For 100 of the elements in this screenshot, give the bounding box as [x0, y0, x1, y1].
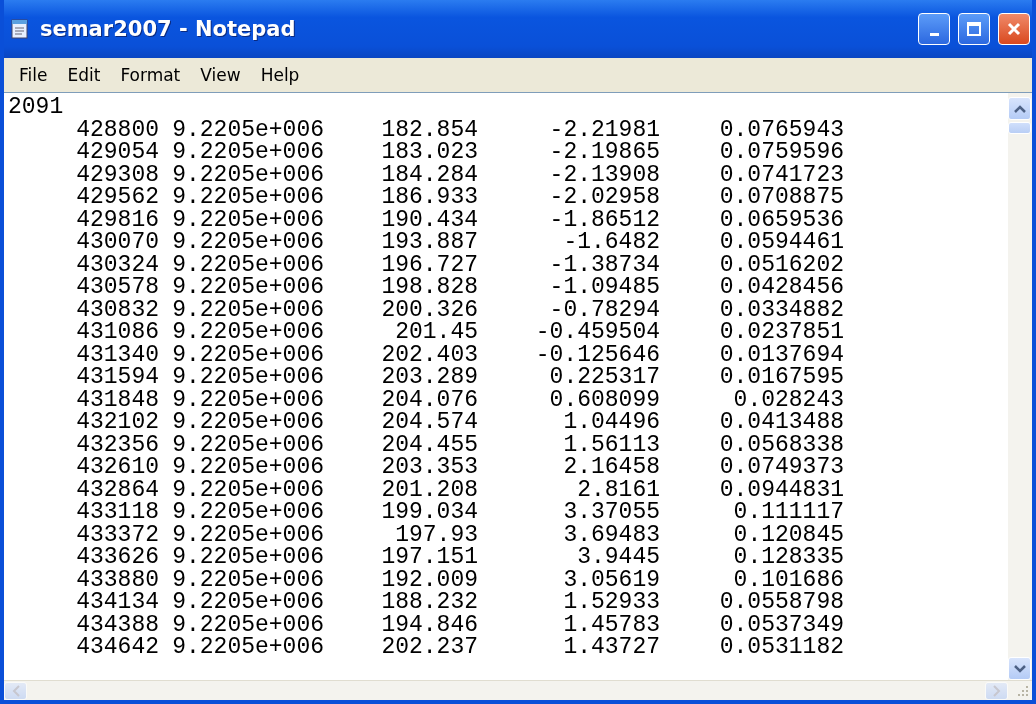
- table-cell-text: 9.2205e+006: [171, 321, 324, 344]
- table-cell-text: 0.0765943: [718, 118, 844, 141]
- table-cell-text: 0.0594461: [718, 231, 844, 254]
- table-cell-text: 430324: [75, 253, 159, 276]
- scroll-up-button[interactable]: [1008, 97, 1031, 120]
- table-cell-text: 9.2205e+006: [171, 478, 324, 501]
- chevron-up-icon: [1013, 104, 1026, 113]
- table-cell-text: 197.151: [380, 546, 478, 569]
- table-cell-text: 204.574: [380, 411, 478, 434]
- table-cell-text: 429816: [75, 208, 159, 231]
- table-cell-text: 432102: [75, 411, 159, 434]
- table-cell-text: 9.2205e+006: [171, 433, 324, 456]
- table-cell-text: 0.0516202: [718, 253, 844, 276]
- table-cell-text: 9.2205e+006: [171, 546, 324, 569]
- table-cell-text: 193.887: [380, 231, 478, 254]
- table-cell-text: 0.128335: [732, 546, 844, 569]
- table-cell-text: 429054: [75, 141, 159, 164]
- table-cell-text: 9.2205e+006: [171, 613, 324, 636]
- table-cell-text: 430832: [75, 298, 159, 321]
- close-icon: [1006, 21, 1022, 37]
- table-cell-text: 0.0137694: [718, 343, 844, 366]
- table-cell-text: 1.56113: [562, 433, 660, 456]
- scroll-down-button[interactable]: [1008, 657, 1031, 680]
- table-cell-text: 204.455: [380, 433, 478, 456]
- maximize-button[interactable]: [958, 13, 990, 45]
- table-cell-text: 183.023: [380, 141, 478, 164]
- text-area[interactable]: [4, 92, 1032, 680]
- menu-item[interactable]: View: [191, 63, 250, 87]
- table-cell-text: 432610: [75, 456, 159, 479]
- table-cell-text: 0.0568338: [718, 433, 844, 456]
- minimize-button[interactable]: [918, 13, 950, 45]
- table-cell-text: 204.076: [380, 388, 478, 411]
- table-cell-text: -1.38734: [548, 253, 660, 276]
- table-cell-text: 0.0167595: [718, 366, 844, 389]
- table-cell-text: -0.459504: [534, 321, 660, 344]
- table-cell-text: 2.16458: [562, 456, 660, 479]
- table-cell-text: 200.326: [380, 298, 478, 321]
- table-cell-text: 201.45: [394, 321, 478, 344]
- table-cell-text: 9.2205e+006: [171, 636, 324, 659]
- table-cell-text: 0.0537349: [718, 613, 844, 636]
- table-cell-text: 188.232: [380, 591, 478, 614]
- table-cell-text: 429308: [75, 163, 159, 186]
- table-cell-text: -2.21981: [548, 118, 660, 141]
- table-cell-text: 0.0759596: [718, 141, 844, 164]
- table-cell-text: 0.0428456: [718, 276, 844, 299]
- window-title: semar2007 - Notepad: [40, 17, 297, 41]
- menu-item[interactable]: Edit: [58, 63, 110, 87]
- table-cell-text: 9.2205e+006: [171, 343, 324, 366]
- table-cell-text: 9.2205e+006: [171, 501, 324, 524]
- table-cell-text: 186.933: [380, 186, 478, 209]
- table-cell-text: 0.101686: [733, 568, 844, 591]
- table-cell-text: 190.434: [380, 208, 478, 231]
- chevron-right-icon: [992, 684, 1001, 697]
- table-cell-text: 1.45783: [562, 613, 660, 636]
- table-cell-text: 3.37055: [562, 501, 660, 524]
- table-cell-text: 1.52933: [562, 591, 660, 614]
- scroll-thumb[interactable]: [1008, 122, 1031, 134]
- table-cell-text: 184.284: [380, 163, 478, 186]
- table-cell-text: 9.2205e+006: [171, 568, 324, 591]
- close-button[interactable]: [998, 13, 1030, 45]
- table-cell-text: 0.225317: [548, 366, 660, 389]
- table-cell-text: 9.2205e+006: [171, 231, 324, 254]
- table-cell-text: 0.0531182: [718, 636, 844, 659]
- table-cell-text: 0.0558798: [718, 591, 844, 614]
- table-cell-text: 201.208: [380, 478, 478, 501]
- horizontal-scrollbar[interactable]: [4, 680, 1032, 700]
- table-cell-text: 0.0741723: [718, 163, 844, 186]
- table-cell-text: 198.828: [380, 276, 478, 299]
- vertical-scrollbar[interactable]: [1008, 93, 1032, 680]
- table-cell-text: 182.854: [380, 118, 478, 141]
- table-cell-text: 432356: [75, 433, 159, 456]
- table-cell-text: 0.0659536: [718, 208, 844, 231]
- table-cell-text: 434388: [75, 613, 159, 636]
- table-cell-text: 9.2205e+006: [171, 591, 324, 614]
- table-cell-text: 0.0944831: [718, 478, 844, 501]
- chevron-left-icon: [11, 684, 20, 697]
- table-cell-text: 0.028243: [733, 388, 844, 411]
- table-cell-text: 0.0413488: [718, 411, 844, 434]
- table-cell-text: 9.2205e+006: [171, 253, 324, 276]
- menu-item[interactable]: Help: [251, 63, 309, 87]
- table-cell-text: 197.93: [395, 523, 478, 546]
- table-cell-text: 434642: [75, 636, 159, 659]
- table-cell-text: 9.2205e+006: [171, 141, 324, 164]
- maximize-icon: [966, 21, 982, 37]
- table-cell-text: 432864: [75, 478, 159, 501]
- table-cell-text: 9.2205e+006: [171, 523, 324, 546]
- table-cell-text: 0.0708875: [718, 186, 844, 209]
- table-cell-text: 0.608099: [548, 388, 660, 411]
- menu-item[interactable]: File: [10, 63, 57, 87]
- table-cell-text: 3.9445: [576, 546, 660, 569]
- table-cell-text: 9.2205e+006: [171, 298, 324, 321]
- table-cell-text: -0.78294: [549, 298, 660, 321]
- table-cell-text: 433880: [75, 568, 159, 591]
- minimize-icon: [929, 32, 939, 36]
- text-line: 2091: [8, 96, 64, 119]
- table-cell-text: 9.2205e+006: [171, 118, 324, 141]
- table-cell-text: 203.353: [380, 456, 478, 479]
- menu-item[interactable]: Format: [111, 63, 190, 87]
- table-cell-text: 431086: [75, 321, 159, 344]
- table-cell-text: 192.009: [380, 568, 478, 591]
